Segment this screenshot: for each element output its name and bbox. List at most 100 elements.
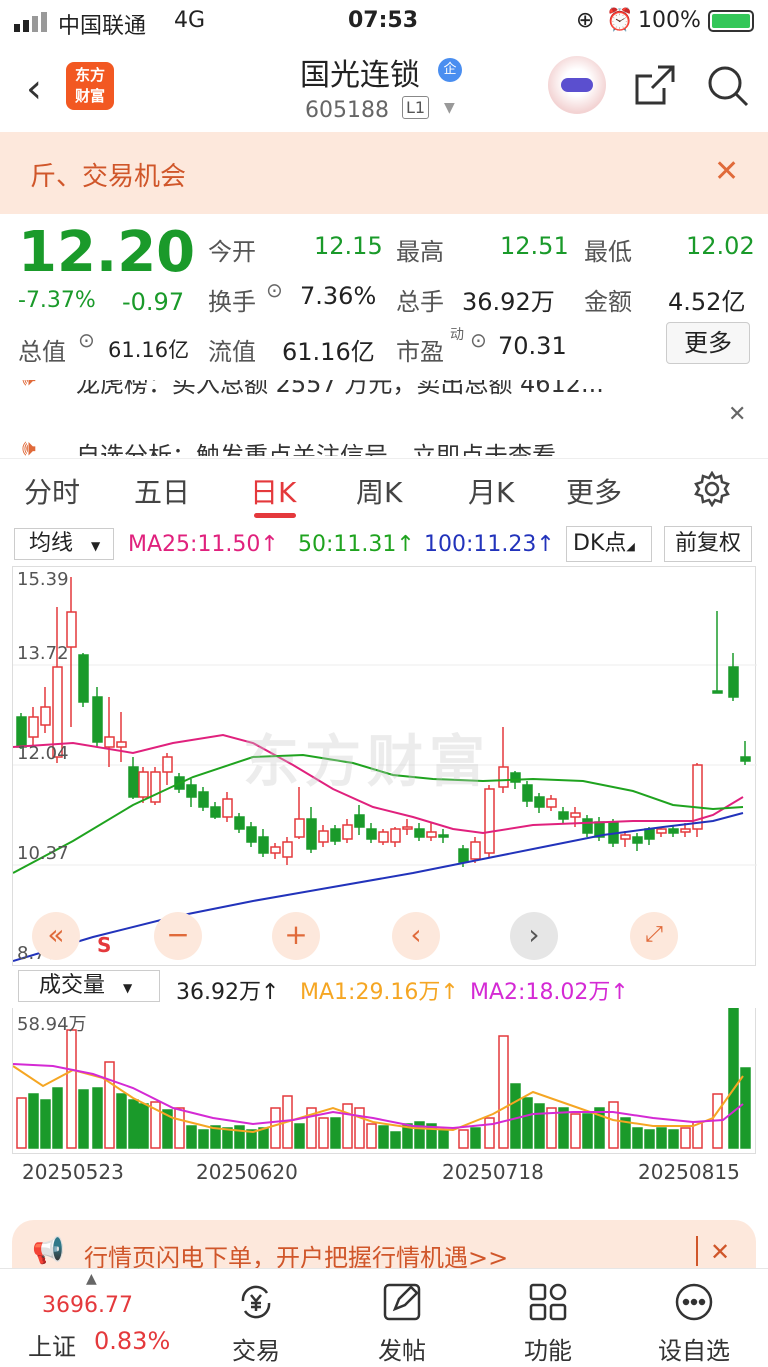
turnover-value: 7.36% xyxy=(300,282,377,310)
volume-indicator-select[interactable]: 成交量 ▼ xyxy=(18,970,160,1002)
nav-trade[interactable]: 交易 xyxy=(196,1281,316,1366)
candle-body xyxy=(78,654,89,703)
mcap-value: 61.16亿 xyxy=(108,338,190,362)
low-value: 12.02 xyxy=(686,232,755,260)
scroll-right-icon[interactable]: › xyxy=(510,912,558,960)
back-icon[interactable]: ‹ xyxy=(26,66,42,112)
battery-icon xyxy=(708,10,754,32)
share-icon[interactable] xyxy=(634,64,676,110)
info-icon[interactable]: ⊙ xyxy=(266,278,283,302)
volume-bar xyxy=(438,1129,449,1149)
kline-chart[interactable]: 东方财富 15.39 13.72 12.04 10.37 8.70 S xyxy=(12,566,757,966)
volume-bar xyxy=(656,1127,667,1149)
news-line-2: 自选分析：触发重点关注信号，立即点击查看 xyxy=(76,442,556,456)
index-value[interactable]: 3696.77 xyxy=(42,1293,133,1318)
candle-body xyxy=(162,756,173,773)
volume-bar xyxy=(582,1113,593,1149)
volume-bar xyxy=(558,1107,569,1149)
index-pct[interactable]: 0.83% xyxy=(94,1327,170,1355)
news-ticker[interactable]: 🕪 龙虎榜：买入总额 2557 万元，卖出总额 4612... ✕ 🕪 自选分析… xyxy=(0,380,768,456)
volume-bar xyxy=(522,1097,533,1149)
megaphone-icon: 📢 xyxy=(32,1236,65,1266)
nav-add-watchlist[interactable]: 设自选 xyxy=(634,1281,754,1366)
date-label: 20250815 xyxy=(638,1160,740,1184)
tab-more[interactable]: 更多 xyxy=(566,471,622,511)
candle-body xyxy=(378,831,389,843)
scroll-left-icon[interactable]: ‹ xyxy=(392,912,440,960)
more-button[interactable]: 更多 xyxy=(666,322,750,364)
candle-body xyxy=(354,814,365,828)
volume-max-label: 58.94万 xyxy=(17,1014,87,1035)
volume-bar xyxy=(608,1101,619,1149)
candle-body xyxy=(138,771,149,798)
candle-body xyxy=(582,818,593,834)
info-icon[interactable]: ⊙ xyxy=(78,328,95,352)
ma100-value: 100:11.23↑ xyxy=(424,532,555,557)
volume-bar xyxy=(294,1123,305,1149)
period-tabs: 分时 五日 日K 周K 月K 更多 xyxy=(0,458,768,522)
fullscreen-icon[interactable]: ⤢ xyxy=(630,912,678,960)
y-axis-label: 10.37 xyxy=(17,843,69,864)
volume-bar xyxy=(104,1061,115,1149)
volume-bar xyxy=(470,1127,481,1149)
volume-bar xyxy=(28,1093,39,1149)
robot-assistant-icon[interactable] xyxy=(548,56,606,114)
tab-weekly-k[interactable]: 周K xyxy=(356,471,402,511)
candle-body xyxy=(104,736,115,748)
volume-bar xyxy=(198,1129,209,1149)
watermark: 东方财富 xyxy=(243,730,491,795)
close-icon[interactable]: ✕ xyxy=(710,1238,730,1266)
vol-ma1-value: MA1:29.16万↑ xyxy=(300,980,459,1005)
volume-bar xyxy=(570,1113,581,1149)
news-line-1: 龙虎榜：买入总额 2557 万元，卖出总额 4612... xyxy=(76,380,604,398)
volume-chart[interactable]: 58.94万 xyxy=(12,1008,756,1154)
candle-body xyxy=(534,796,545,808)
candle-body xyxy=(366,828,377,840)
tab-daily-k[interactable]: 日K xyxy=(250,471,296,511)
opportunity-banner[interactable]: 斤、交易机会 ✕ xyxy=(0,132,768,214)
alarm-icon: ⏰ xyxy=(606,8,634,33)
trade-yen-icon xyxy=(196,1281,316,1327)
tab-intraday[interactable]: 分时 xyxy=(24,471,80,511)
adjust-mode-button[interactable]: 前复权 xyxy=(664,526,752,562)
candle-body xyxy=(318,830,329,843)
pe-label: 市盈 xyxy=(396,338,444,366)
settings-gear-icon[interactable] xyxy=(694,470,730,511)
zoom-out-icon[interactable]: − xyxy=(154,912,202,960)
low-label: 最低 xyxy=(584,238,632,266)
ma25-value: MA25:11.50↑ xyxy=(128,532,279,557)
nav-functions[interactable]: 功能 xyxy=(488,1281,608,1366)
candle-body xyxy=(728,666,739,698)
volume-bar xyxy=(342,1103,353,1149)
tab-monthly-k[interactable]: 月K xyxy=(468,471,514,511)
tab-five-day[interactable]: 五日 xyxy=(134,471,190,511)
zoom-in-icon[interactable]: + xyxy=(272,912,320,960)
y-axis-label: 15.39 xyxy=(17,569,69,590)
zoom-out-far-icon[interactable]: « xyxy=(32,912,80,960)
dropdown-arrow-icon[interactable]: ▼ xyxy=(444,100,455,116)
close-icon[interactable]: ✕ xyxy=(728,402,746,427)
candle-body xyxy=(546,798,557,808)
candle-body xyxy=(40,706,51,726)
nav-post[interactable]: 发帖 xyxy=(342,1281,462,1366)
candle-body xyxy=(620,834,631,840)
volume-bar xyxy=(116,1093,127,1149)
amount-value: 4.52亿 xyxy=(668,288,746,316)
candle-body xyxy=(558,811,569,820)
tab-indicator xyxy=(254,513,296,518)
close-icon[interactable]: ✕ xyxy=(714,154,739,189)
index-name[interactable]: 上证 xyxy=(28,1327,76,1362)
candle-body xyxy=(246,826,257,843)
volume-legend-row: 成交量 ▼ 36.92万↑ MA1:29.16万↑ MA2:18.02万↑ xyxy=(0,968,768,1008)
info-icon[interactable]: ⊙ xyxy=(470,328,487,352)
search-icon[interactable] xyxy=(706,64,750,112)
indicator-select[interactable]: 均线 ▼ xyxy=(14,528,114,560)
volume-bar xyxy=(40,1099,51,1149)
expand-up-icon[interactable]: ▲ xyxy=(86,1271,97,1287)
float-value: 61.16亿 xyxy=(282,338,375,366)
candle-body xyxy=(92,696,103,743)
more-dots-icon xyxy=(634,1281,754,1327)
lock-rotation-icon: ⊕ xyxy=(576,8,595,33)
stock-code: 605188 xyxy=(305,98,389,123)
dk-point-button[interactable]: DK点◢ xyxy=(566,526,652,562)
